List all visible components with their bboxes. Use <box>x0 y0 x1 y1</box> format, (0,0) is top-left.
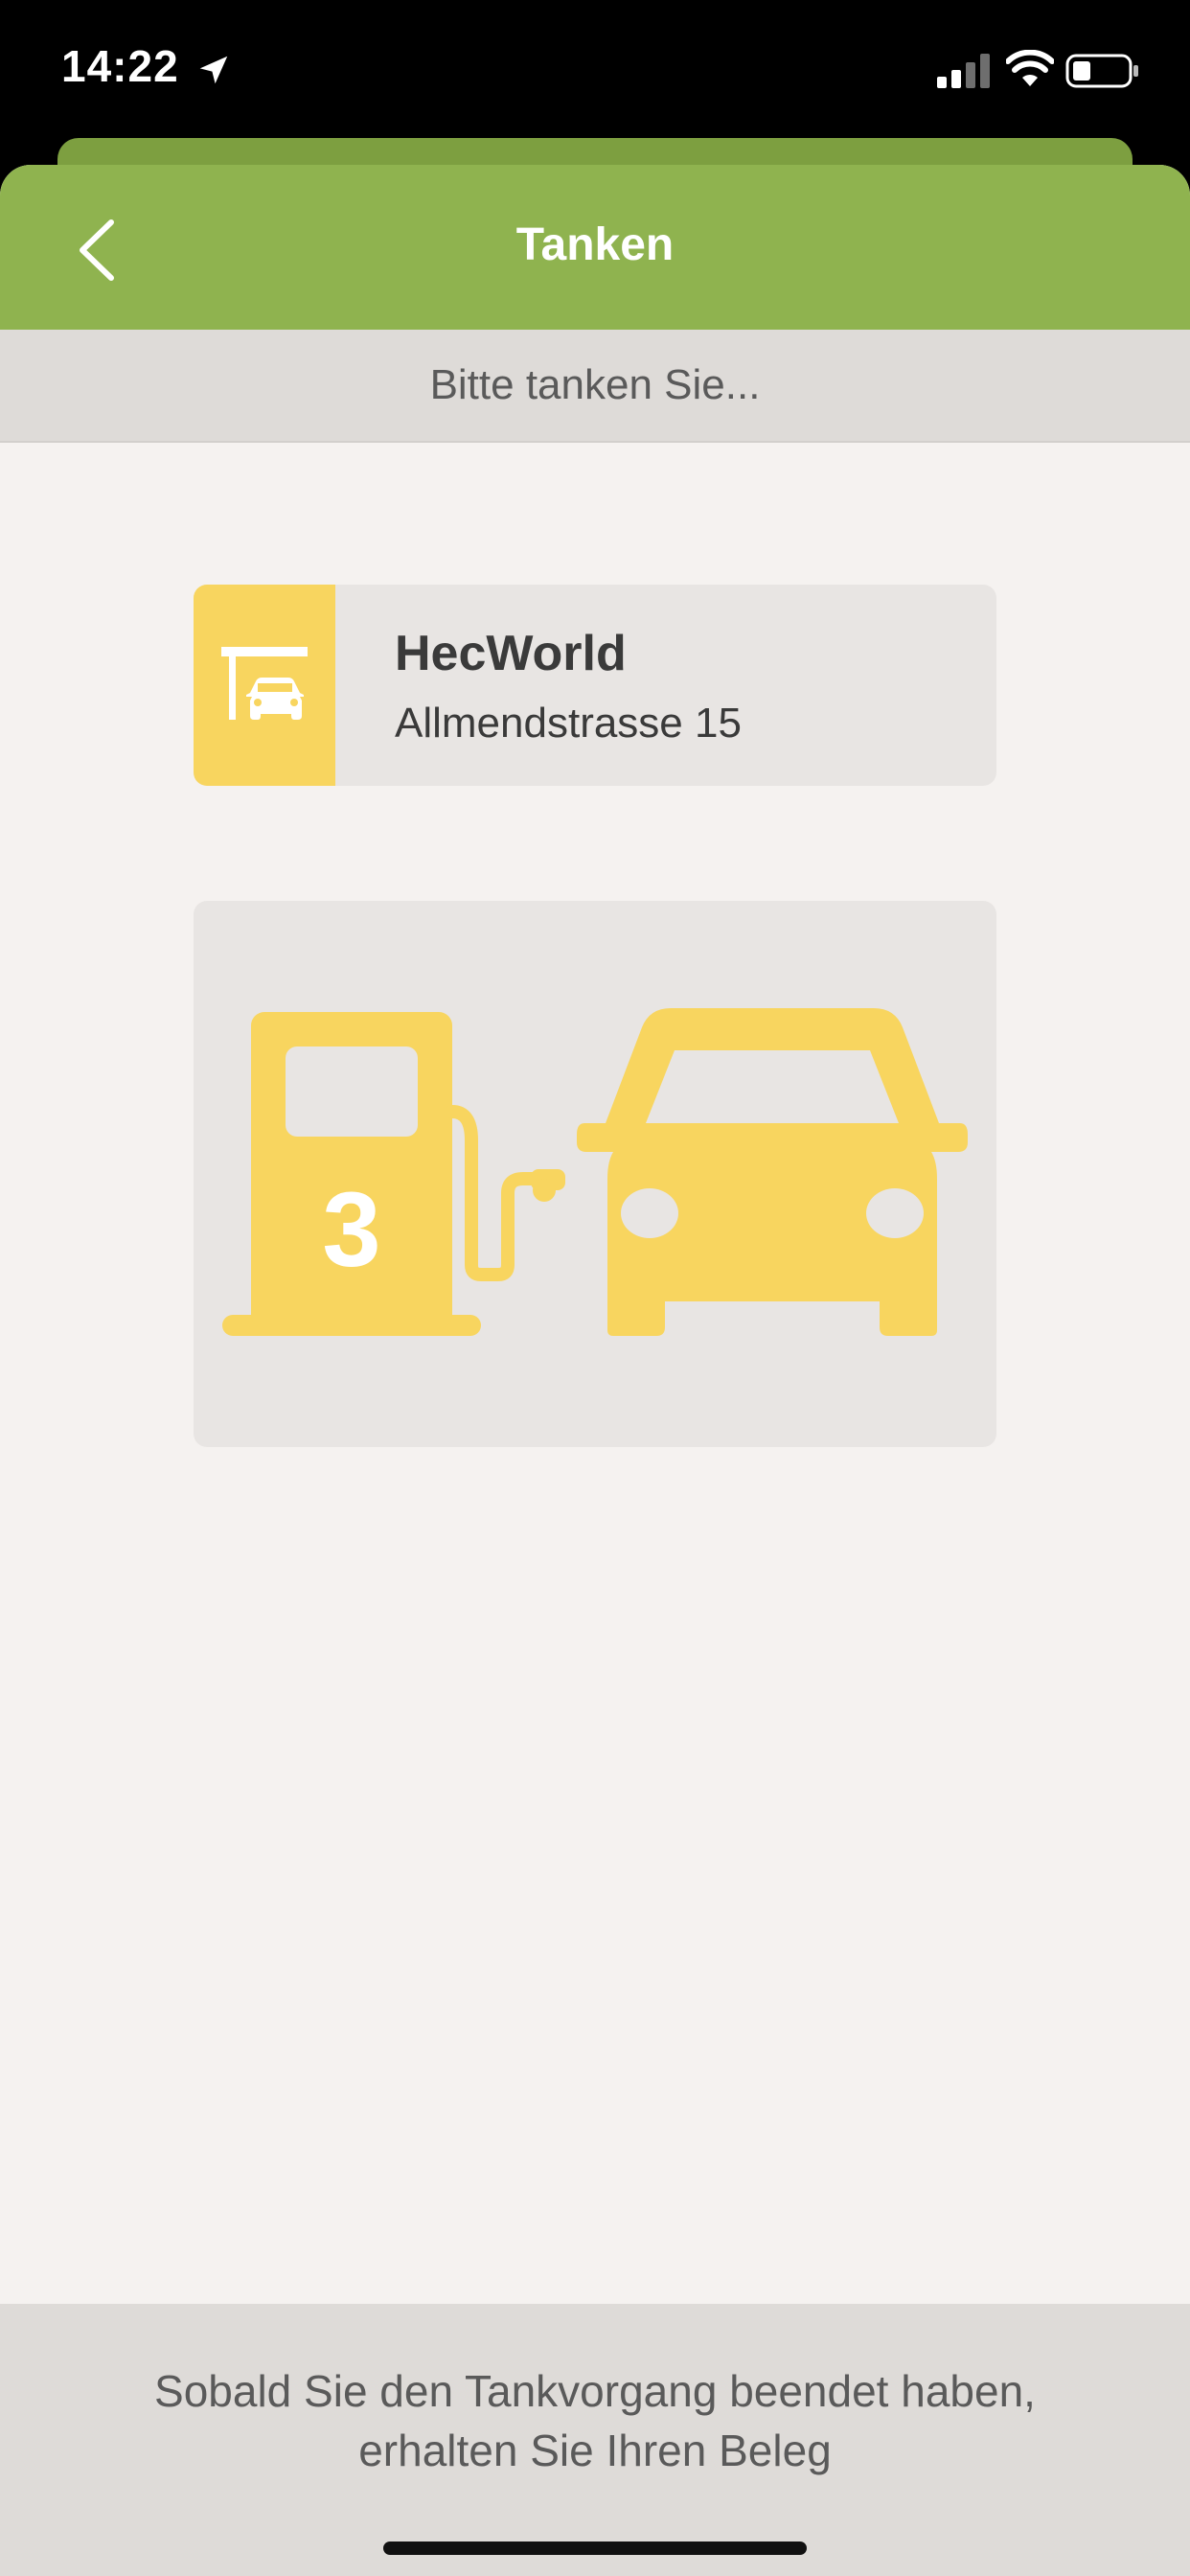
status-bar: 14:22 <box>0 0 1190 139</box>
nav-bar: Tanken <box>0 165 1190 330</box>
status-time: 14:22 <box>61 41 179 91</box>
gas-station-icon <box>221 647 308 720</box>
wifi-icon <box>1006 50 1054 86</box>
station-address: Allmendstrasse 15 <box>395 700 742 747</box>
car-icon <box>577 1008 968 1336</box>
battery-icon <box>1065 54 1138 88</box>
footer-line-1: Sobald Sie den Tankvorgang beendet haben… <box>154 2366 1036 2416</box>
fueling-sheet: Tanken Bitte tanken Sie... HecWorld Allm… <box>0 165 1190 2576</box>
home-indicator[interactable] <box>383 2542 807 2555</box>
station-icon-box <box>194 585 335 786</box>
location-arrow-icon <box>199 56 228 84</box>
station-name: HecWorld <box>395 626 627 681</box>
page-title: Tanken <box>515 219 675 270</box>
pump-number: 3 <box>322 1171 381 1289</box>
footer-text: Sobald Sie den Tankvorgang beendet haben… <box>57 2361 1133 2480</box>
signal-icon <box>937 54 990 88</box>
screen: 14:22 Tanken Bitte tanken Sie... HecWorl… <box>0 0 1190 2576</box>
station-card: HecWorld Allmendstrasse 15 <box>194 585 996 786</box>
footer-line-2: erhalten Sie Ihren Beleg <box>358 2426 832 2475</box>
pump-card: 3 <box>194 901 996 1447</box>
footer-info: Sobald Sie den Tankvorgang beendet haben… <box>0 2304 1190 2576</box>
instruction-banner: Bitte tanken Sie... <box>0 330 1190 443</box>
